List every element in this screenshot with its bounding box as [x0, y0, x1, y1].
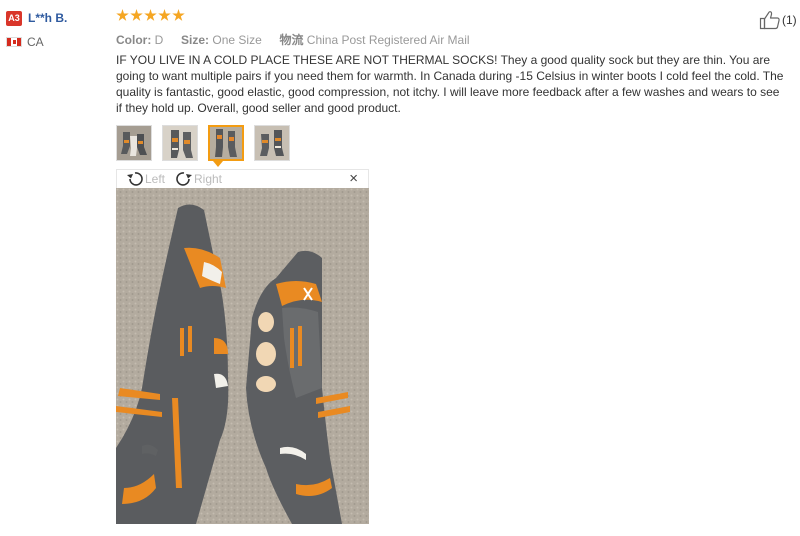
review-meta: Color: D Size: One Size 物流 China Post Re…: [116, 31, 470, 48]
rotate-left-button[interactable]: Left: [126, 170, 165, 188]
photo-thumbnail[interactable]: [116, 125, 152, 161]
helpful-count: (1): [782, 13, 797, 27]
thumbs-up-icon: [759, 11, 780, 30]
star-icon: [116, 9, 129, 21]
color-value: D: [154, 33, 164, 47]
photo-thumbnail[interactable]: [162, 125, 198, 161]
star-icon: [158, 9, 171, 21]
rotate-left-icon: [127, 172, 143, 186]
close-icon[interactable]: ×: [349, 171, 358, 187]
shipping-value: China Post Registered Air Mail: [306, 33, 470, 47]
rotate-right-icon: [176, 172, 192, 186]
helpful-button[interactable]: (1): [759, 10, 797, 30]
shipping-label: 物流: [279, 33, 304, 47]
color-label: Color:: [116, 33, 152, 47]
star-rating: [116, 9, 185, 22]
photo-thumbnail-active[interactable]: [208, 125, 244, 161]
active-thumbnail-pointer: [213, 161, 223, 167]
reviewer-level-badge: A3: [6, 11, 22, 26]
canada-flag-icon: [6, 37, 22, 47]
photo-thumbnails: [116, 125, 290, 161]
reviewer-country: CA: [27, 35, 44, 49]
rotate-right-button[interactable]: Right: [175, 170, 222, 188]
size-label: Size:: [181, 33, 210, 47]
review-photo: [116, 188, 369, 524]
review-text: IF YOU LIVE IN A COLD PLACE THESE ARE NO…: [116, 53, 784, 115]
reviewer-name: L**h B.: [28, 11, 68, 25]
star-icon: [130, 9, 143, 21]
rotate-left-label: Left: [145, 172, 166, 186]
size-value: One Size: [212, 33, 262, 47]
star-icon: [172, 9, 185, 21]
photo-thumbnail[interactable]: [254, 125, 290, 161]
star-icon: [144, 9, 157, 21]
rotate-right-label: Right: [194, 172, 223, 186]
photo-viewer-toolbar: Left Right ×: [116, 169, 369, 188]
